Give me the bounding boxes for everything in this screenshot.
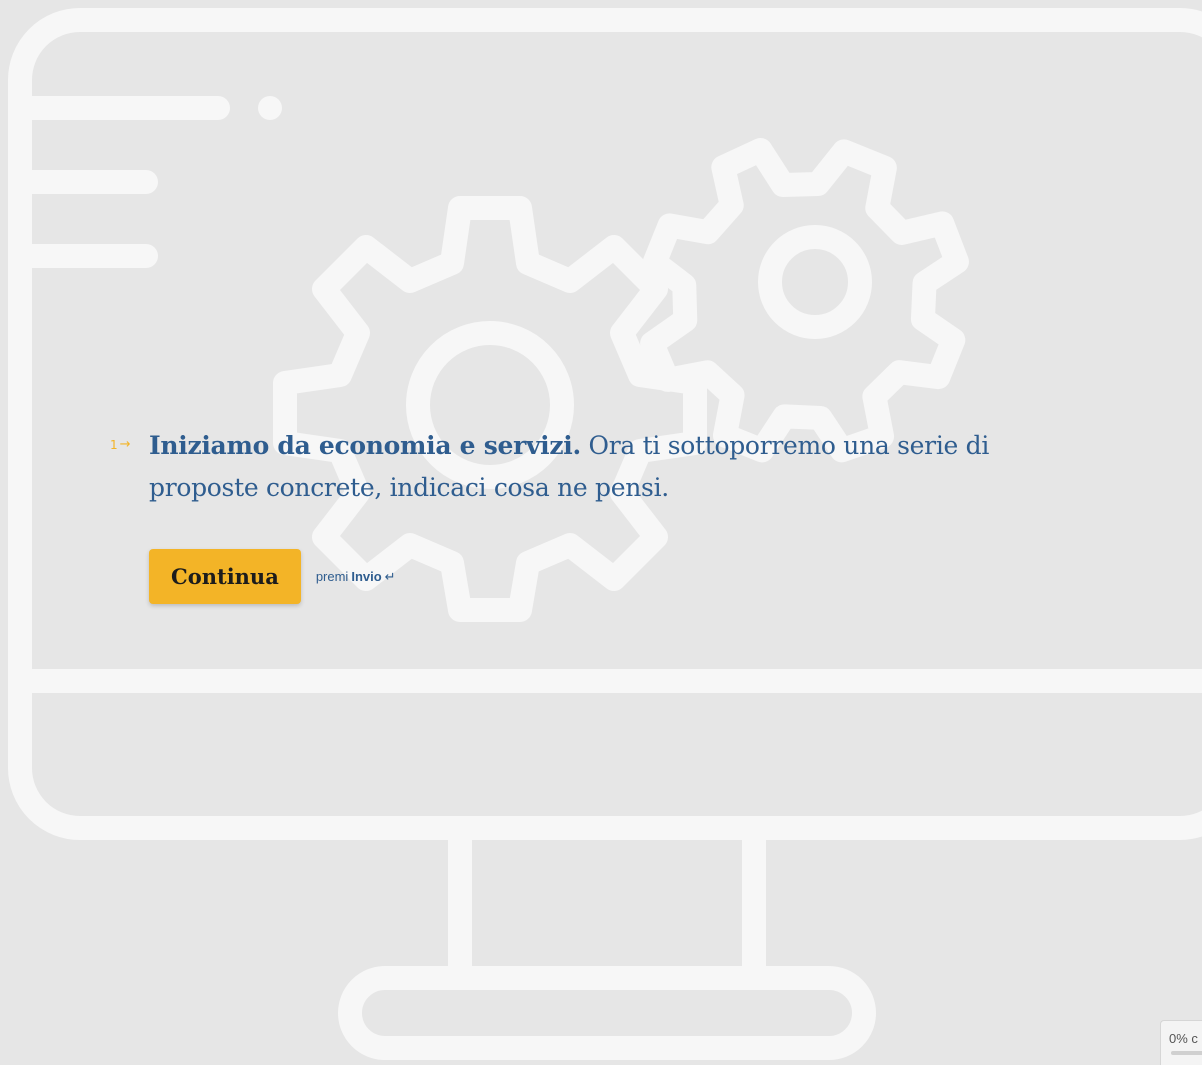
monitor-illustration — [8, 8, 1202, 1060]
progress-label: 0% c — [1169, 1031, 1198, 1046]
continue-button[interactable]: Continua — [149, 549, 301, 604]
question-number-label: 1 — [110, 437, 118, 452]
keyboard-hint: premi Invio ↵ — [316, 569, 396, 585]
question-block: 1 → Iniziamo da economia e servizi. Ora … — [110, 425, 1010, 509]
stand-base — [338, 966, 876, 1060]
progress-track — [1171, 1051, 1202, 1055]
question-heading: Iniziamo da economia e servizi. — [149, 431, 581, 460]
progress-indicator: 0% c — [1160, 1020, 1202, 1065]
deco-dot — [258, 96, 282, 120]
question-number: 1 → — [110, 437, 131, 452]
form-screen: 1 → Iniziamo da economia e servizi. Ora … — [0, 0, 1202, 1065]
hint-key: Invio — [351, 569, 382, 584]
hint-prefix: premi — [315, 569, 349, 584]
question-actions: Continua premi Invio ↵ — [149, 549, 396, 604]
monitor-frame — [8, 8, 1202, 840]
question-text: Iniziamo da economia e servizi. Ora ti s… — [149, 425, 1010, 509]
arrow-right-icon: → — [119, 437, 131, 452]
enter-key-icon: ↵ — [384, 568, 396, 584]
